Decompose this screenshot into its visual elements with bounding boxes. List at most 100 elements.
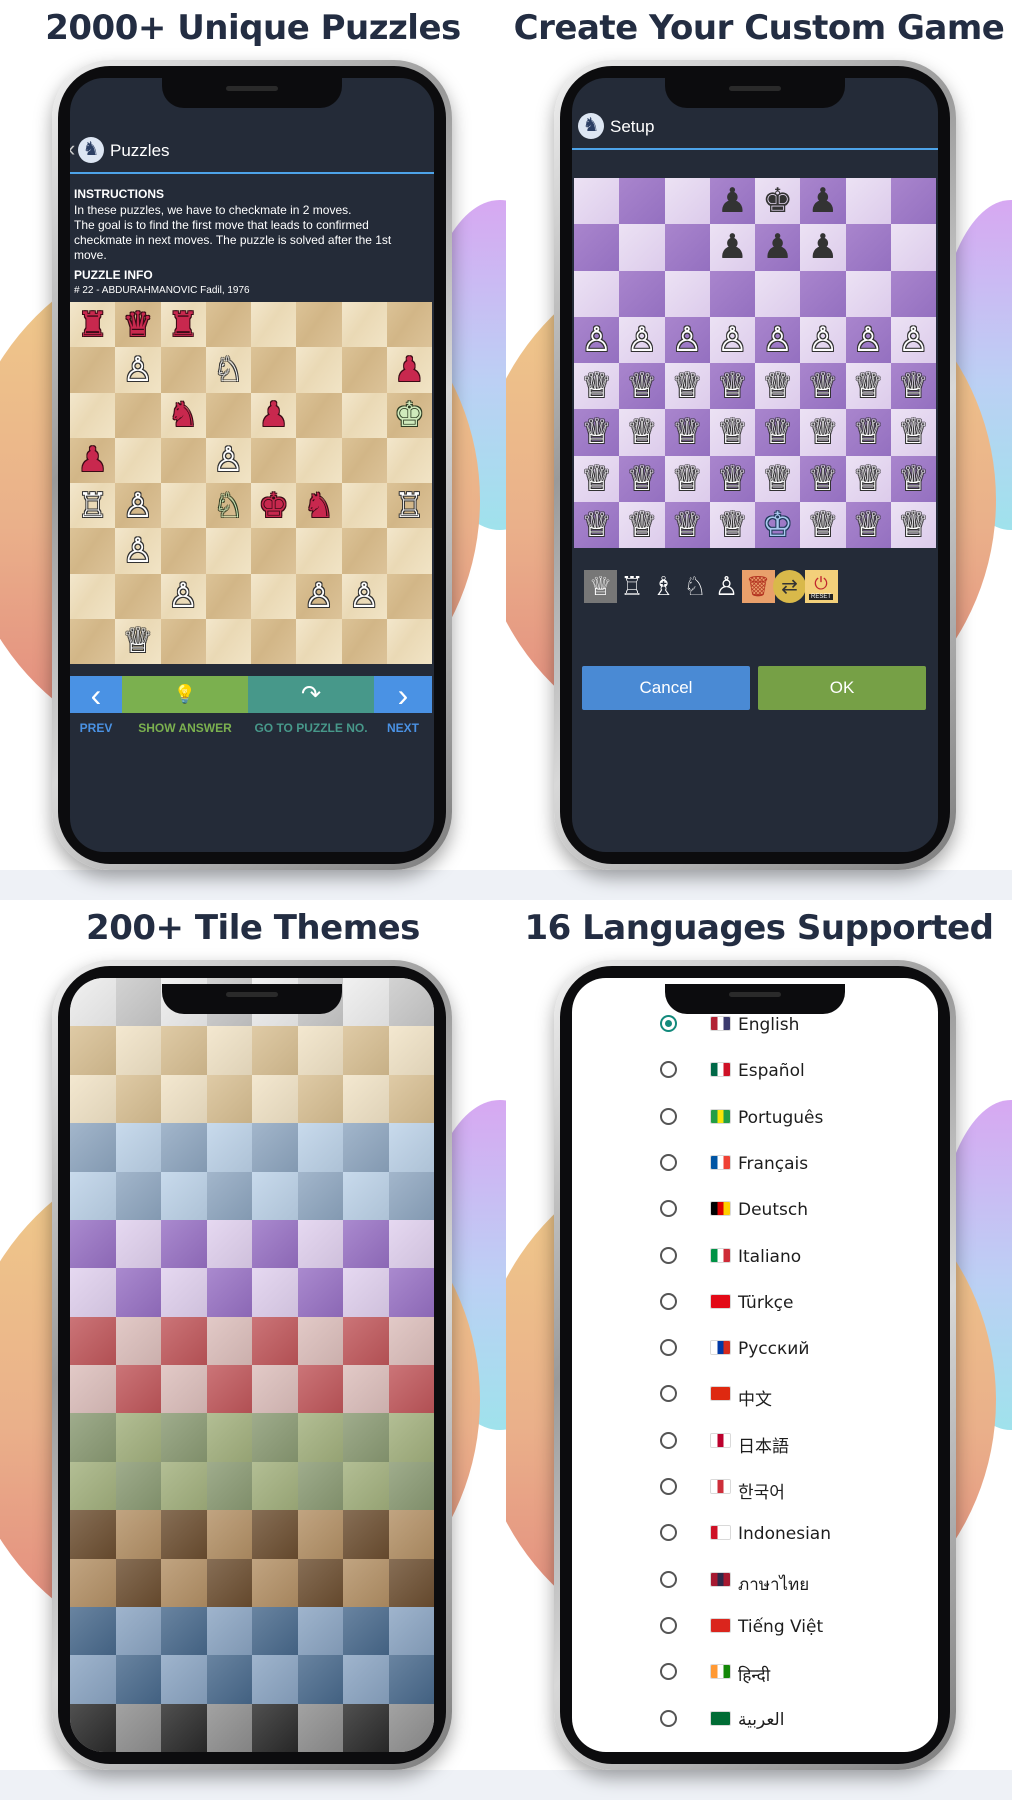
chess-piece[interactable]: ♕ xyxy=(762,462,792,496)
board-square[interactable] xyxy=(70,347,116,393)
chess-piece[interactable]: ♕ xyxy=(672,369,702,403)
language-option[interactable]: Русский xyxy=(572,1326,938,1372)
radio-button[interactable] xyxy=(660,1478,677,1495)
board-square[interactable]: ♕ xyxy=(709,501,755,548)
board-square[interactable]: ♟ xyxy=(800,178,846,225)
chess-piece[interactable]: ♕ xyxy=(627,462,657,496)
board-square[interactable]: ♕ xyxy=(574,501,620,548)
board-square[interactable]: ♜ xyxy=(70,302,116,348)
board-square[interactable] xyxy=(664,178,710,225)
chess-piece[interactable]: ♟ xyxy=(762,230,792,264)
radio-button[interactable] xyxy=(660,1107,677,1125)
radio-button[interactable] xyxy=(660,1616,677,1634)
board-square[interactable] xyxy=(341,528,387,574)
board-square[interactable]: ♙ xyxy=(115,347,161,393)
board-square[interactable] xyxy=(619,178,665,225)
board-square[interactable] xyxy=(251,573,297,619)
language-option[interactable]: 日本語 xyxy=(572,1419,938,1465)
chess-piece[interactable]: ♙ xyxy=(581,323,611,357)
board-square[interactable]: ♚ xyxy=(386,392,432,438)
board-square[interactable] xyxy=(664,224,710,271)
board-square[interactable] xyxy=(574,224,620,271)
radio-button[interactable] xyxy=(660,1015,677,1032)
board-square[interactable]: ♕ xyxy=(619,501,665,548)
board-square[interactable] xyxy=(709,270,755,317)
chess-piece[interactable]: ♕ xyxy=(581,462,611,496)
board-square[interactable] xyxy=(386,302,432,348)
radio-button[interactable] xyxy=(660,1385,677,1403)
board-square[interactable]: ♖ xyxy=(70,483,116,529)
board-square[interactable]: ♕ xyxy=(800,501,846,548)
puzzle-board[interactable]: ♜ ♛ ♜ ♙ ♘ ♟ ♞ ♟ ♚ ♟ ♙ ♖ ♙ ♘ ♚ ♞ ♖ ♙ ♙ ♙ ♙ ♕ xyxy=(70,302,432,664)
reset-icon[interactable]: ⏻ RESET xyxy=(804,570,838,603)
board-square[interactable]: ♕ xyxy=(664,409,710,456)
queen-tool-icon[interactable]: ♕ xyxy=(584,570,617,603)
board-square[interactable]: ♙ xyxy=(574,316,620,363)
chess-piece[interactable]: ♙ xyxy=(304,579,334,613)
board-square[interactable] xyxy=(755,270,801,317)
board-square[interactable] xyxy=(70,618,116,664)
chess-piece[interactable]: ♜ xyxy=(168,308,198,342)
board-square[interactable] xyxy=(160,528,206,574)
chess-piece[interactable]: ♔ xyxy=(762,508,792,542)
radio-button[interactable] xyxy=(660,1061,677,1079)
board-square[interactable]: ♕ xyxy=(574,455,620,502)
chess-piece[interactable]: ♕ xyxy=(672,462,702,496)
radio-button[interactable] xyxy=(660,1663,677,1681)
chess-piece[interactable]: ♕ xyxy=(808,508,838,542)
theme-row[interactable] xyxy=(70,1703,434,1752)
board-square[interactable]: ♕ xyxy=(664,501,710,548)
board-square[interactable]: ♕ xyxy=(800,409,846,456)
language-option[interactable]: हिन्दी xyxy=(572,1650,938,1696)
prev-button[interactable]: ‹ xyxy=(70,676,122,713)
chess-piece[interactable]: ♕ xyxy=(853,508,883,542)
board-square[interactable] xyxy=(205,302,251,348)
knight-tool-icon[interactable]: ♘ xyxy=(679,570,712,603)
board-square[interactable]: ♕ xyxy=(619,363,665,410)
board-square[interactable]: ♙ xyxy=(619,316,665,363)
board-square[interactable]: ♕ xyxy=(664,363,710,410)
board-square[interactable]: ♕ xyxy=(574,363,620,410)
board-square[interactable] xyxy=(251,302,297,348)
trash-icon[interactable]: 🗑 xyxy=(741,570,775,603)
chess-piece[interactable]: ♕ xyxy=(581,415,611,449)
chess-piece[interactable]: ♟ xyxy=(394,353,424,387)
board-square[interactable]: ♟ xyxy=(800,224,846,271)
chess-piece[interactable]: ♟ xyxy=(717,184,747,218)
chess-piece[interactable]: ♜ xyxy=(77,308,107,342)
radio-button[interactable] xyxy=(660,1570,677,1588)
rook-tool-icon[interactable]: ♖ xyxy=(616,570,649,603)
chess-piece[interactable]: ♙ xyxy=(898,323,928,357)
chess-piece[interactable]: ♕ xyxy=(808,462,838,496)
chess-piece[interactable]: ♘ xyxy=(213,489,243,523)
board-square[interactable]: ♕ xyxy=(664,455,710,502)
language-option[interactable]: Français xyxy=(572,1141,938,1187)
chess-piece[interactable]: ♕ xyxy=(717,508,747,542)
chess-piece[interactable]: ♟ xyxy=(258,398,288,432)
theme-row[interactable] xyxy=(70,1171,434,1220)
board-square[interactable] xyxy=(205,528,251,574)
chess-piece[interactable]: ♞ xyxy=(304,489,334,523)
chess-piece[interactable]: ♙ xyxy=(627,323,657,357)
board-square[interactable] xyxy=(160,618,206,664)
board-square[interactable]: ♕ xyxy=(755,409,801,456)
board-square[interactable]: ♕ xyxy=(845,455,891,502)
chess-piece[interactable]: ♕ xyxy=(717,462,747,496)
radio-button[interactable] xyxy=(660,1200,677,1218)
pawn-tool-icon[interactable]: ♙ xyxy=(710,570,743,603)
board-square[interactable] xyxy=(296,437,342,483)
theme-row[interactable] xyxy=(70,1461,434,1511)
language-option[interactable]: Español xyxy=(572,1048,938,1094)
language-option[interactable]: العربية xyxy=(572,1697,938,1743)
chess-piece[interactable]: ♚ xyxy=(394,398,424,432)
theme-row[interactable] xyxy=(70,1413,434,1462)
board-square[interactable] xyxy=(251,618,297,664)
show-answer-button[interactable]: 💡 xyxy=(122,676,248,713)
board-square[interactable] xyxy=(160,347,206,393)
theme-row[interactable] xyxy=(70,1026,434,1075)
board-square[interactable]: ♙ xyxy=(115,528,161,574)
chess-piece[interactable]: ♚ xyxy=(762,184,792,218)
radio-button[interactable] xyxy=(660,1153,677,1171)
board-square[interactable]: ♕ xyxy=(890,363,936,410)
radio-button[interactable] xyxy=(660,1524,677,1542)
